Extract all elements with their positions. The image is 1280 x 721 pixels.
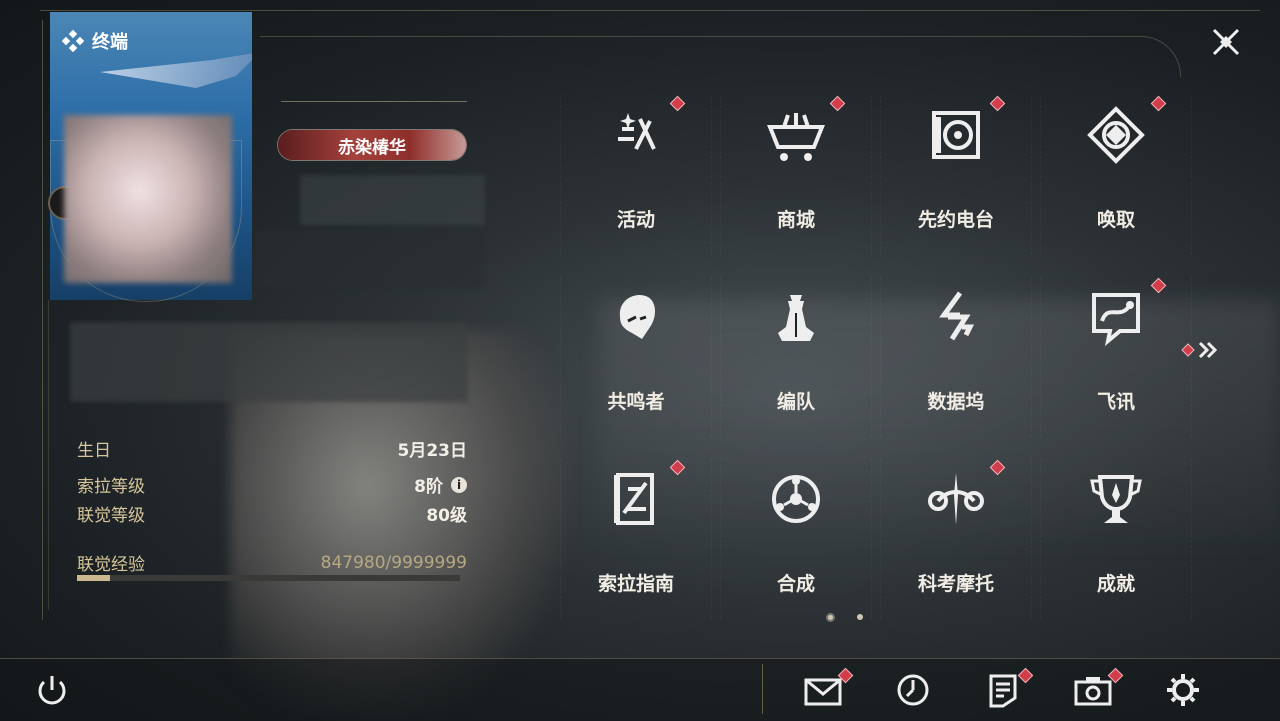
menu-tile-databank[interactable]: 数据坞 [880,277,1032,437]
trophy-icon [1090,475,1142,523]
diamond-cluster-icon [62,30,84,52]
menu-tile-messages[interactable]: 飞讯 [1040,277,1192,437]
frame-top-curve [260,36,1181,77]
menu-label: 数据坞 [927,391,985,413]
union-exp-bar [77,575,460,581]
birthday-value: 5月23日 [397,441,468,461]
sola-level-value: 8阶 [414,477,443,497]
menu-tile-motorcycle[interactable]: 科考摩托 [880,459,1032,619]
menu-grid: 活动 商城 先约电台 唤取 共鸣者 编队 数据坞 飞讯 索拉指南 合成 科考摩托 [560,90,1200,630]
menu-tile-resonator[interactable]: 共鸣者 [560,277,712,437]
menu-label: 成就 [1096,573,1135,595]
page-dot[interactable] [857,614,863,620]
birthday-row: 生日 5月23日 [77,436,467,461]
avatar[interactable] [64,115,232,283]
union-exp-label: 联觉经验 [77,555,145,575]
menu-tile-synthesis[interactable]: 合成 [720,459,872,619]
union-level-value: 80级 [426,506,467,526]
bottom-divider [762,664,763,714]
player-name-blurred [300,175,485,225]
message-icon [1092,293,1140,347]
sola-level-row: 索拉等级 8阶 i [77,472,467,497]
page-indicator [828,614,863,620]
close-icon[interactable] [1206,22,1246,62]
title-badge-label: 赤染椿华 [338,137,406,158]
menu-label: 商城 [776,209,815,231]
union-exp-bar-fill [77,575,110,581]
menu-tile-radio[interactable]: 先约电台 [880,95,1032,255]
union-exp-row: 联觉经验 847980/9999999 [77,550,467,576]
mail-icon[interactable] [803,672,843,708]
menu-tile-guidebook[interactable]: 索拉指南 [560,459,712,619]
radio-icon [932,111,980,159]
title-badge[interactable]: 赤染椿华 [278,130,466,160]
sola-level-label: 索拉等级 [77,477,145,497]
resonator-icon [619,295,655,339]
menu-tile-shop[interactable]: 商城 [720,95,872,255]
activity-icon [618,113,656,150]
notes-icon[interactable] [983,672,1023,708]
info-icon[interactable]: i [451,476,467,493]
synthesis-icon [772,475,820,523]
motorcycle-icon [928,473,984,525]
frame-left-line [42,20,43,620]
menu-label: 先约电台 [917,209,994,231]
birthday-label: 生日 [77,441,111,461]
shop-icon [767,113,825,161]
ship-artwork [100,52,252,88]
terminal-header: 终端 [62,28,128,54]
union-exp-value: 847980/9999999 [320,552,467,573]
menu-tile-convene[interactable]: 唤取 [1040,95,1192,255]
menu-label: 飞讯 [1096,391,1135,413]
team-icon [778,295,814,341]
terminal-title: 终端 [92,32,128,53]
next-page-icon[interactable] [1180,338,1222,362]
frame-left-line-inner [48,300,49,610]
menu-label: 索拉指南 [597,573,674,595]
menu-tile-team[interactable]: 编队 [720,277,872,437]
menu-label: 编队 [776,391,815,413]
menu-label: 活动 [616,209,655,231]
player-id-blurred [255,230,485,288]
camera-icon[interactable] [1073,672,1113,708]
menu-label: 唤取 [1096,209,1135,231]
union-level-row: 联觉等级 80级 [77,501,467,526]
page-dot-active[interactable] [828,614,833,620]
frame-top-line [40,10,1260,11]
convene-icon [1087,106,1145,164]
menu-label: 科考摩托 [917,573,994,595]
menu-label: 合成 [776,573,815,595]
power-icon[interactable] [32,672,72,708]
sola-level-value-wrap: 8阶 i [414,472,467,497]
menu-tile-achievements[interactable]: 成就 [1040,459,1192,619]
settings-icon[interactable] [1163,672,1203,708]
union-level-label: 联觉等级 [77,506,145,526]
clock-icon[interactable] [893,672,933,708]
guidebook-icon [614,473,654,525]
menu-label: 共鸣者 [607,391,665,413]
menu-tile-activity[interactable]: 活动 [560,95,712,255]
databank-icon [939,291,975,341]
signature-blurred[interactable] [70,322,468,402]
title-divider [281,101,467,102]
